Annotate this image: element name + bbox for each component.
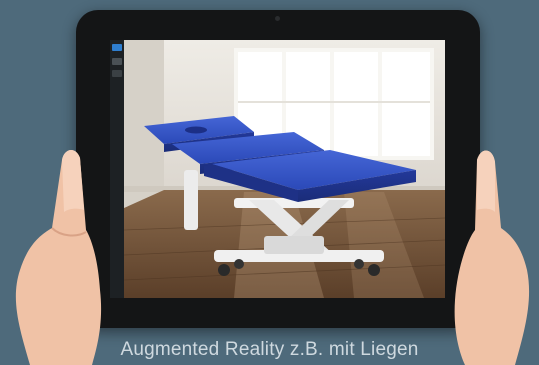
- photo-scene: Augmented Reality z.B. mit Liegen: [0, 0, 539, 365]
- toolbar-button-icon[interactable]: [112, 70, 122, 77]
- toolbar-button-icon[interactable]: [112, 58, 122, 65]
- toolbar-button-icon[interactable]: [112, 44, 122, 51]
- caption-text: Augmented Reality z.B. mit Liegen: [120, 339, 419, 360]
- left-hand: [15, 149, 102, 365]
- ar-camera-view: [124, 40, 445, 298]
- camera-icon: [275, 16, 280, 21]
- tablet-device: [76, 10, 480, 328]
- right-hand: [454, 150, 530, 365]
- room-scene-illustration: [124, 40, 445, 298]
- tablet-screen: [110, 40, 445, 298]
